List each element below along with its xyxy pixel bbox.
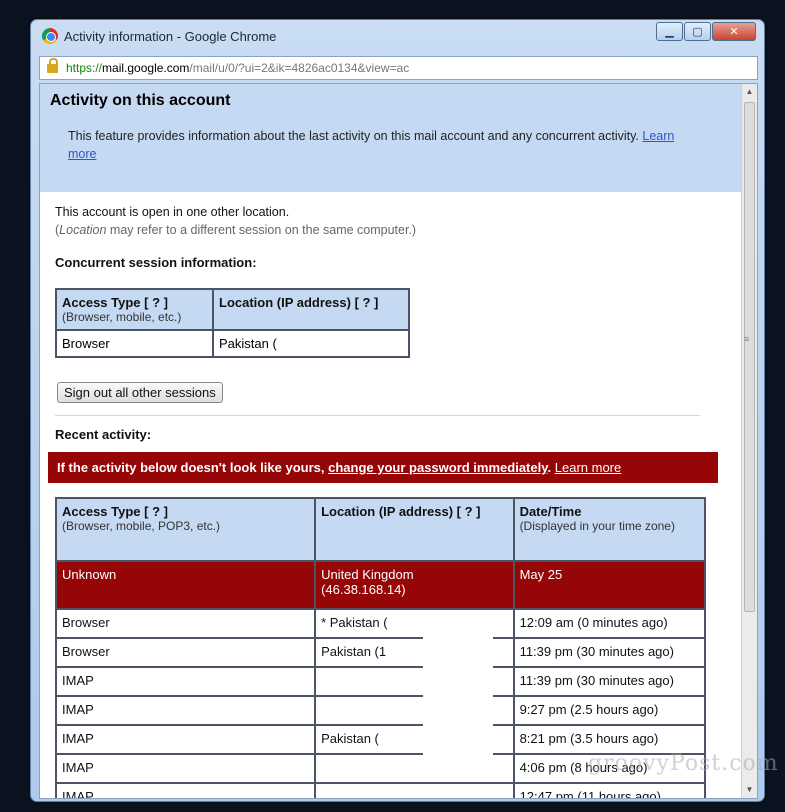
alert-learn-more-link[interactable]: Learn more [555, 460, 621, 475]
redaction-mask [423, 629, 493, 779]
sign-out-sessions-button[interactable]: Sign out all other sessions [57, 382, 223, 403]
activity-row: Browser * Pakistan ( 12:09 am (0 minutes… [54, 608, 707, 639]
recent-col-access-title[interactable]: Access Type [ ? ] [62, 504, 309, 519]
concurrent-col-access-title[interactable]: Access Type [ ? ] [62, 295, 207, 310]
maximize-button[interactable]: ▢ [684, 22, 711, 41]
open-note-main: This account is open in one other locati… [55, 205, 290, 219]
activity-type-cell: IMAP [54, 724, 317, 755]
page-body: This account is open in one other locati… [40, 203, 742, 798]
recent-header-row: Access Type [ ? ] (Browser, mobile, POP3… [54, 497, 707, 562]
open-note-sub-rest: may refer to a different session on the … [106, 223, 417, 237]
activity-location-cell [314, 782, 515, 798]
minimize-button[interactable]: ▁ [656, 22, 683, 41]
activity-date-cell: 8:21 pm (3.5 hours ago) [512, 724, 707, 755]
concurrent-table: Access Type [ ? ] (Browser, mobile, etc.… [55, 288, 410, 358]
activity-date-cell: 9:27 pm (2.5 hours ago) [512, 695, 707, 726]
chrome-icon [42, 28, 58, 44]
flag-date-cell: May 25 [512, 560, 707, 610]
scrollbar-thumb[interactable] [744, 102, 755, 612]
activity-type-cell: IMAP [54, 753, 317, 784]
recent-heading: Recent activity: [55, 427, 152, 442]
url-path: /mail/u/0/?ui=2&ik=4826ac0134&view=ac [189, 61, 410, 75]
scroll-up-arrow-icon[interactable]: ▲ [742, 84, 757, 100]
concurrent-col-location: Location (IP address) [ ? ] [212, 288, 410, 331]
window-controls: ▁ ▢ ✕ [655, 22, 756, 41]
open-note-sub-em: Location [59, 223, 107, 237]
intro-text: This feature provides information about … [68, 127, 698, 163]
open-note-sub: (Location may refer to a different sessi… [55, 223, 417, 237]
recent-col-access: Access Type [ ? ] (Browser, mobile, POP3… [54, 497, 317, 562]
flag-type-cell: Unknown [54, 560, 317, 610]
page-header: Activity on this account This feature pr… [40, 84, 742, 192]
flag-location: United Kingdom [321, 567, 414, 582]
concurrent-heading: Concurrent session information: [55, 255, 257, 270]
activity-date-cell: 12:09 am (0 minutes ago) [512, 608, 707, 639]
section-divider [55, 415, 700, 416]
page-title: Activity on this account [50, 92, 231, 109]
change-password-link[interactable]: change your password immediately [328, 460, 547, 475]
activity-type-cell: Browser [54, 608, 317, 639]
recent-col-datetime-sub: (Displayed in your time zone) [519, 519, 675, 533]
grip-icon: ≡ [744, 334, 750, 344]
close-button[interactable]: ✕ [712, 22, 756, 41]
activity-row: IMAP 12:47 pm (11 hours ago) [54, 782, 707, 798]
alert-suffix: . [547, 460, 552, 475]
scroll-down-arrow-icon[interactable]: ▼ [742, 782, 757, 798]
page-viewport: Activity on this account This feature pr… [39, 83, 758, 799]
activity-row: IMAP 9:27 pm (2.5 hours ago) [54, 695, 707, 726]
concurrent-header-row: Access Type [ ? ] (Browser, mobile, etc.… [55, 288, 410, 331]
activity-row: Browser Pakistan (1 11:39 pm (30 minutes… [54, 637, 707, 668]
activity-date-cell: 11:39 pm (30 minutes ago) [512, 637, 707, 668]
browser-window: Activity information - Google Chrome ▁ ▢… [30, 19, 765, 802]
concurrent-type-cell: Browser [55, 329, 214, 358]
activity-row: IMAP Pakistan ( 8:21 pm (3.5 hours ago) [54, 724, 707, 755]
concurrent-row: Browser Pakistan ( [55, 329, 410, 358]
concurrent-col-access-sub: (Browser, mobile, etc.) [62, 310, 182, 324]
address-bar[interactable]: https://mail.google.com/mail/u/0/?ui=2&i… [39, 56, 758, 80]
vertical-scrollbar[interactable]: ▲ ≡ ▼ [741, 84, 757, 798]
activity-page: Activity on this account This feature pr… [40, 84, 742, 798]
open-note: This account is open in one other locati… [55, 203, 742, 239]
recent-col-location: Location (IP address) [ ? ] [314, 497, 515, 562]
url-scheme: https:// [66, 61, 103, 75]
concurrent-col-location-title[interactable]: Location (IP address) [ ? ] [219, 295, 403, 310]
flag-ip: (46.38.168.14) [321, 582, 406, 597]
title-bar[interactable]: Activity information - Google Chrome ▁ ▢… [31, 20, 764, 52]
activity-type-cell: Browser [54, 637, 317, 668]
activity-date-cell: 11:39 pm (30 minutes ago) [512, 666, 707, 697]
security-alert-banner: If the activity below doesn't look like … [48, 452, 718, 483]
intro-body: This feature provides information about … [68, 129, 639, 143]
concurrent-col-access: Access Type [ ? ] (Browser, mobile, etc.… [55, 288, 214, 331]
recent-col-location-title[interactable]: Location (IP address) [ ? ] [321, 504, 508, 519]
url-host: mail.google.com [102, 61, 190, 75]
watermark: groovyPost.com [588, 751, 779, 776]
window-title: Activity information - Google Chrome [64, 29, 277, 44]
lock-icon [47, 58, 58, 73]
recent-col-datetime: Date/Time (Displayed in your time zone) [512, 497, 707, 562]
alert-text: If the activity below doesn't look like … [57, 460, 325, 475]
concurrent-location-cell: Pakistan ( [212, 329, 410, 358]
activity-type-cell: IMAP [54, 782, 317, 798]
activity-row: IMAP 11:39 pm (30 minutes ago) [54, 666, 707, 697]
activity-type-cell: IMAP [54, 666, 317, 697]
activity-date-cell: 12:47 pm (11 hours ago) [512, 782, 707, 798]
recent-col-access-sub: (Browser, mobile, POP3, etc.) [62, 519, 221, 533]
suspicious-activity-row: Unknown United Kingdom (46.38.168.14) Ma… [54, 560, 707, 610]
activity-type-cell: IMAP [54, 695, 317, 726]
recent-col-datetime-title: Date/Time [519, 504, 582, 519]
flag-location-cell: United Kingdom (46.38.168.14) [314, 560, 515, 610]
